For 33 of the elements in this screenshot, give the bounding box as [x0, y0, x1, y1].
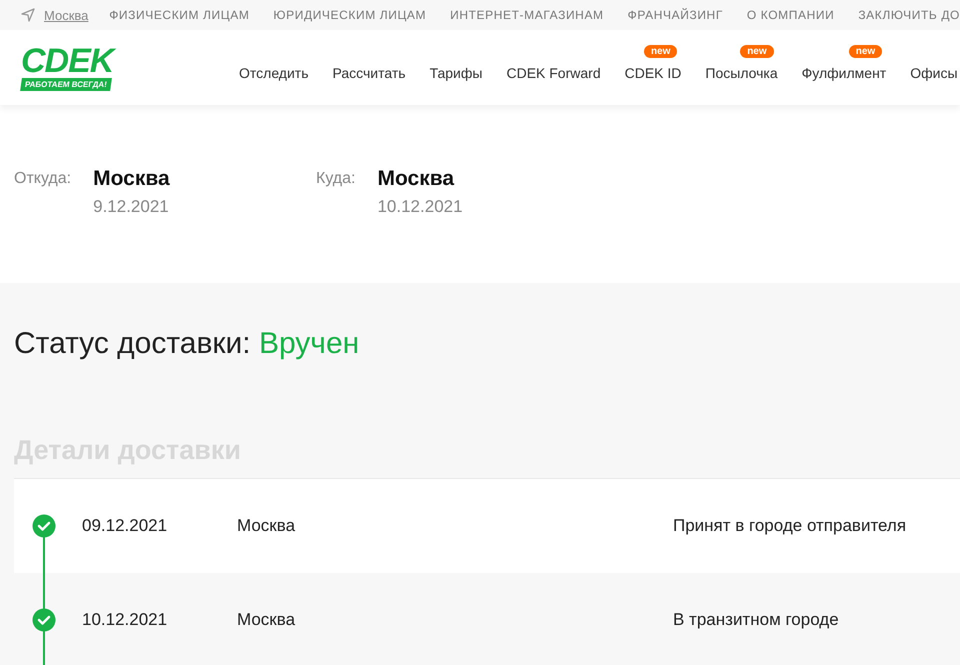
- nav-link[interactable]: CDEK Forward: [506, 64, 601, 80]
- top-nav-link[interactable]: ФРАНЧАЙЗИНГ: [628, 8, 723, 22]
- event-date: 09.12.2021: [82, 516, 168, 536]
- route-label: Куда:: [316, 170, 356, 189]
- event-city: Москва: [237, 610, 296, 630]
- top-nav-link[interactable]: О КОМПАНИИ: [746, 8, 834, 22]
- route-date: 10.12.2021: [377, 197, 463, 217]
- nav-link[interactable]: Рассчитать: [332, 64, 406, 80]
- status-value: Вручен: [258, 327, 360, 360]
- nav-link[interactable]: Отследить: [239, 64, 308, 80]
- nav-link[interactable]: Фулфилмент: [802, 64, 886, 80]
- logo-slogan: РАБОТАЕМ ВСЕГДА!: [20, 78, 112, 91]
- route-label: Откуда:: [14, 170, 72, 189]
- event-date: 10.12.2021: [82, 610, 168, 630]
- nav-link[interactable]: Тарифы: [430, 64, 482, 80]
- top-nav-link[interactable]: ЮРИДИЧЕСКИМ ЛИЦАМ: [273, 8, 426, 22]
- route-city: Москва: [377, 167, 456, 191]
- new-badge: new: [740, 44, 774, 58]
- new-badge: new: [848, 44, 882, 58]
- nav-link[interactable]: CDEK ID: [624, 64, 682, 80]
- new-badge: new: [644, 44, 678, 58]
- location-arrow-icon: [20, 7, 36, 23]
- nav-link[interactable]: Посылочка: [705, 64, 778, 80]
- route-date: 9.12.2021: [93, 197, 170, 217]
- top-nav-link[interactable]: ИНТЕРНЕТ-МАГАЗИНАМ: [450, 8, 604, 22]
- nav-link[interactable]: Офисы: [910, 64, 958, 80]
- event-description: Принят в городе отправителя: [673, 516, 906, 536]
- top-nav-link[interactable]: ФИЗИЧЕСКИМ ЛИЦАМ: [109, 8, 250, 22]
- status-label: Статус доставки:: [14, 327, 251, 360]
- event-city: Москва: [237, 516, 296, 536]
- route-city: Москва: [93, 167, 170, 191]
- top-nav-link[interactable]: ЗАКЛЮЧИТЬ ДО: [858, 8, 960, 22]
- event-description: В транзитном городе: [673, 610, 839, 630]
